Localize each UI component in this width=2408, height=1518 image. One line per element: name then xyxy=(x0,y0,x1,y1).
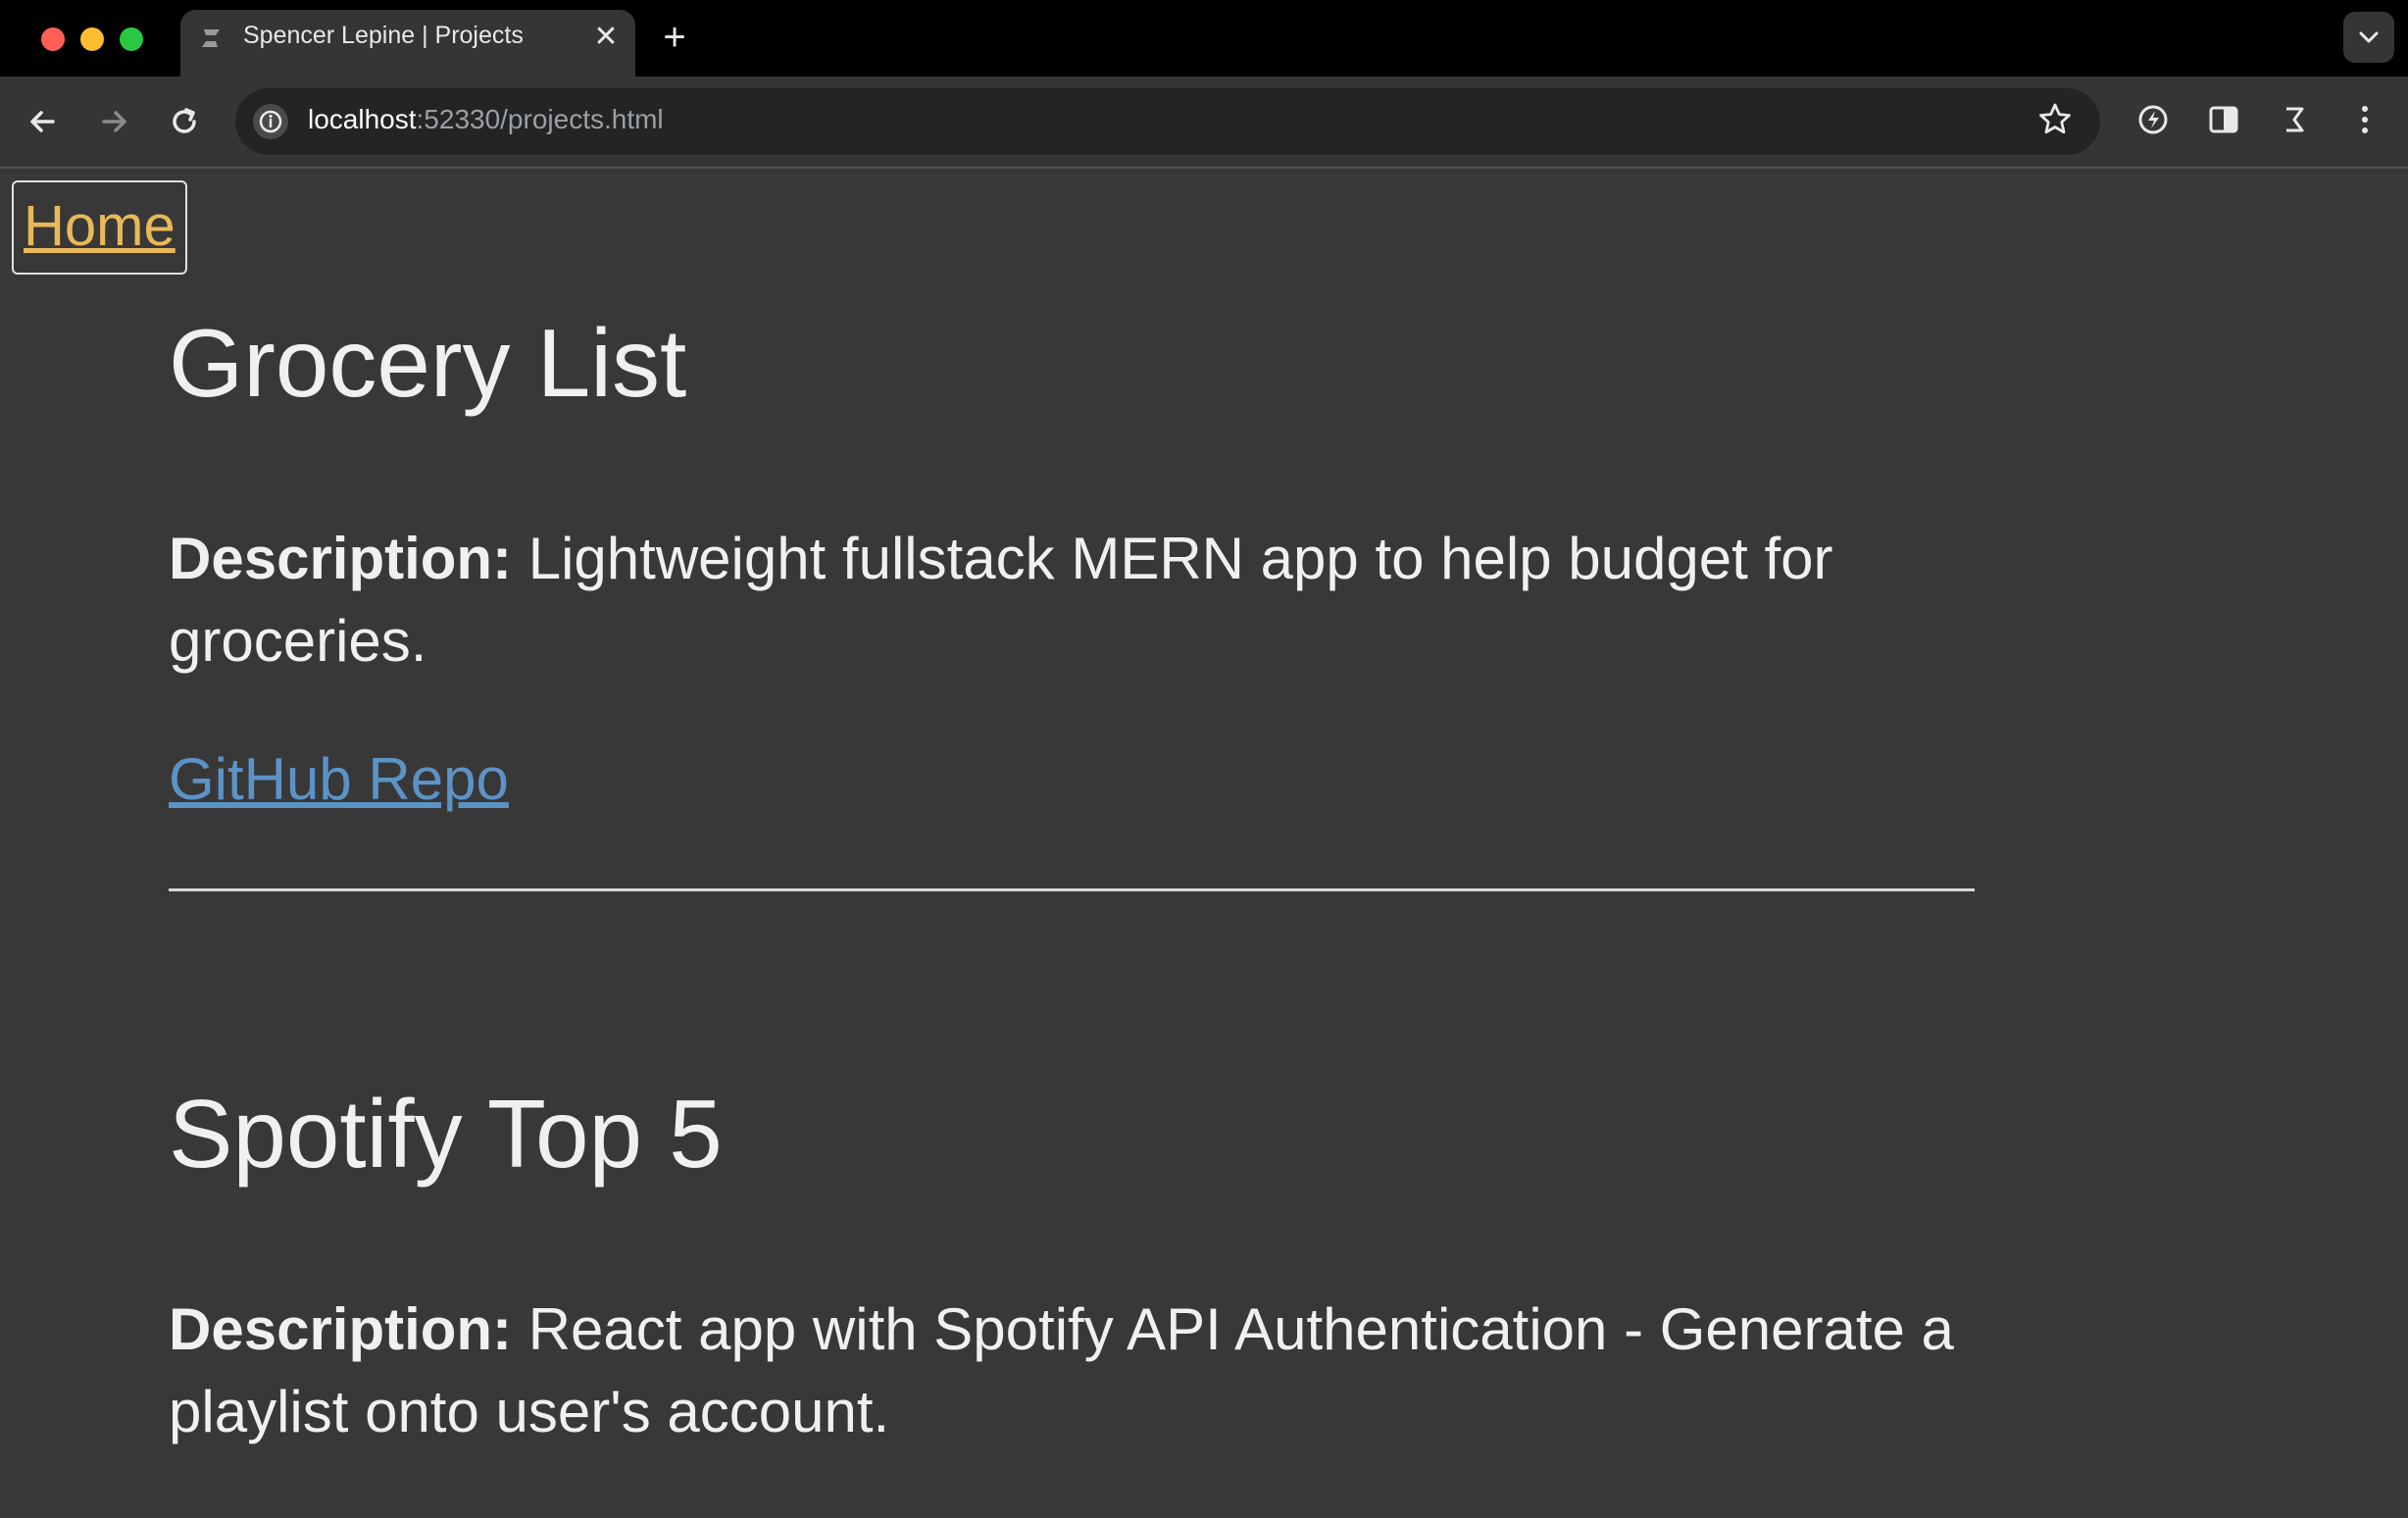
project-divider xyxy=(169,888,1975,891)
site-favicon-icon xyxy=(202,29,220,47)
new-tab-button[interactable]: + xyxy=(655,18,694,57)
url-host: localhost xyxy=(308,104,417,134)
extension-icon[interactable] xyxy=(2275,100,2314,139)
github-repo-link[interactable]: GitHub Repo xyxy=(169,745,509,813)
description-label: Description: xyxy=(169,1296,513,1362)
home-link[interactable]: Home xyxy=(12,180,187,275)
side-panel-icon[interactable] xyxy=(2204,100,2243,139)
project-title: Spotify Top 5 xyxy=(169,1080,723,1188)
close-window-button[interactable] xyxy=(41,27,65,51)
page-viewport: Home Grocery List Description: Lightweig… xyxy=(0,169,2408,1518)
description-label: Description: xyxy=(169,526,513,591)
reload-icon[interactable] xyxy=(163,100,206,143)
project-title: Grocery List xyxy=(169,309,687,417)
performance-icon[interactable] xyxy=(2133,100,2173,139)
url-text[interactable]: localhost:52330/projects.html xyxy=(308,104,664,135)
back-arrow-icon[interactable] xyxy=(22,100,65,143)
menu-kebab-icon[interactable] xyxy=(2345,100,2384,139)
tab-search-button[interactable] xyxy=(2343,12,2394,63)
project-description: Description: Lightweight fullstack MERN … xyxy=(169,518,1975,683)
maximize-window-button[interactable] xyxy=(120,27,143,51)
project-description: Description: React app with Spotify API … xyxy=(169,1289,1975,1453)
url-path: :52330/projects.html xyxy=(416,104,664,134)
tab-title: Spencer Lepine | Projects xyxy=(243,22,524,49)
site-info-icon[interactable] xyxy=(251,102,290,141)
chevron-down-icon xyxy=(2359,31,2379,43)
tab-close-icon[interactable]: ✕ xyxy=(588,20,624,55)
bookmark-star-icon[interactable] xyxy=(2035,100,2075,139)
minimize-window-button[interactable] xyxy=(80,27,104,51)
forward-arrow-icon[interactable] xyxy=(92,100,135,143)
